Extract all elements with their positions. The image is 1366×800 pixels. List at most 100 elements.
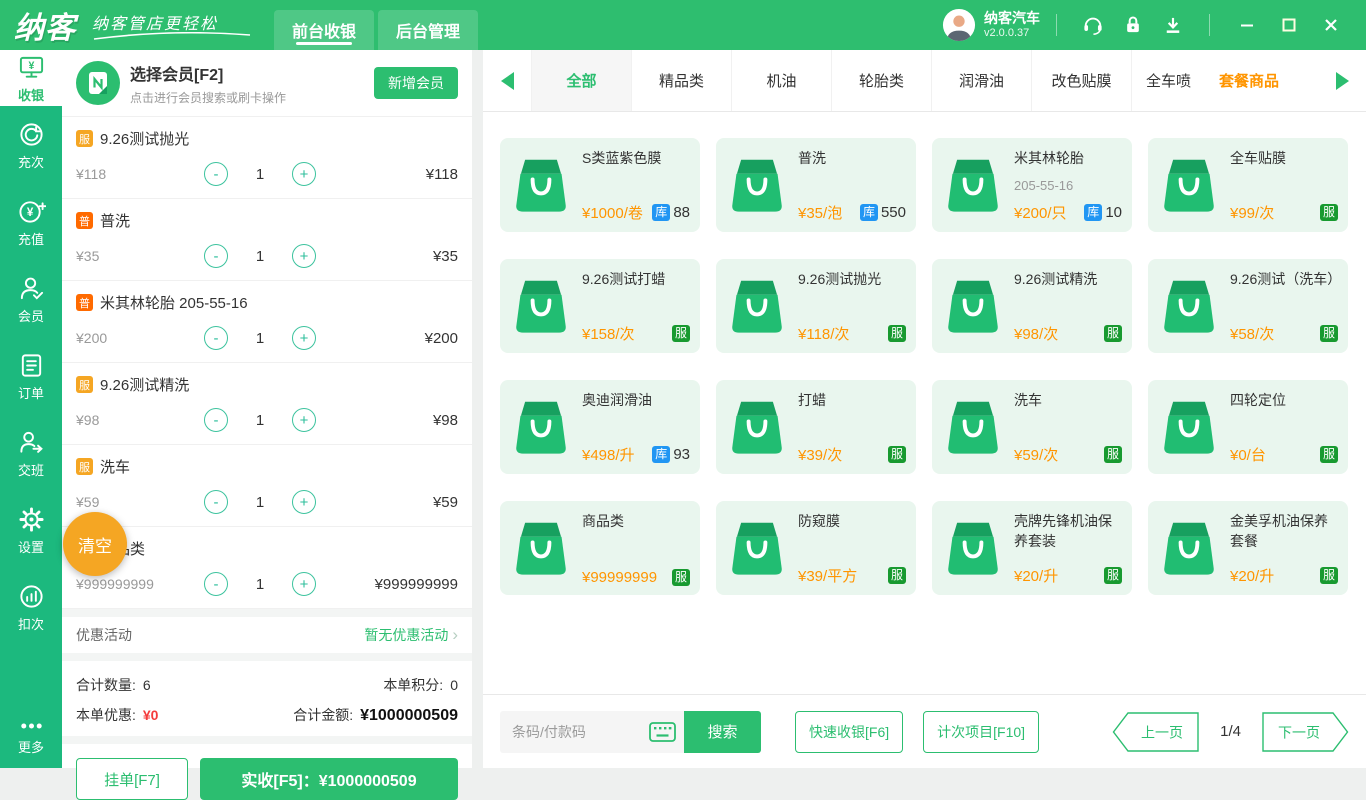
cart-panel: 选择会员[F2] 点击进行会员搜索或刷卡操作 新增会员 服 9.26测试抛光 ¥…	[62, 50, 472, 800]
maximize-icon[interactable]	[1274, 10, 1304, 40]
keyboard-icon[interactable]	[649, 721, 676, 747]
count-item-button[interactable]: 计次项目[F10]	[923, 710, 1040, 753]
product-card[interactable]: 洗车 ¥59/次 服	[932, 380, 1132, 474]
sidebar-item-settings[interactable]: 设置	[0, 491, 62, 568]
sidebar-item-label: 扣次	[17, 616, 44, 632]
product-card[interactable]: 9.26测试（洗车） ¥58/次 服	[1148, 259, 1348, 353]
quick-cashier-button[interactable]: 快速收银[F6]	[795, 710, 904, 753]
prev-page-button[interactable]: 上一页	[1112, 711, 1200, 752]
tab-back-manage[interactable]: 后台管理	[378, 10, 478, 50]
sidebar-item-cashier[interactable]: ¥ 收银	[0, 50, 62, 106]
slogan: 纳客管店更轻松	[92, 10, 252, 41]
store-info: 纳客汽车 v2.0.0.37	[984, 10, 1040, 39]
item-unit-price: ¥999999999	[76, 576, 154, 592]
increase-qty-button[interactable]: +	[292, 408, 316, 432]
product-card[interactable]: 防窥膜 ¥39/平方 服	[716, 501, 916, 595]
increase-qty-button[interactable]: +	[292, 162, 316, 186]
product-tag-badge: 服	[887, 445, 906, 464]
minimize-icon[interactable]	[1232, 10, 1262, 40]
tab-package[interactable]: 套餐商品	[1197, 50, 1301, 111]
tab-front-cashier[interactable]: 前台收银	[274, 10, 374, 50]
download-icon[interactable]	[1158, 10, 1188, 40]
cashier-icon: ¥	[18, 54, 45, 84]
promo-link[interactable]: 暂无优惠活动 ›	[364, 625, 458, 645]
decrease-qty-button[interactable]: -	[204, 408, 228, 432]
lock-icon[interactable]	[1118, 10, 1148, 40]
product-card[interactable]: 米其林轮胎 205-55-16 ¥200/只 库 10	[932, 138, 1132, 232]
item-type-badge: 服	[76, 376, 93, 393]
product-stock-count: 93	[673, 446, 690, 463]
product-card[interactable]: 普洗 ¥35/泡 库 550	[716, 138, 916, 232]
product-card[interactable]: 金美孚机油保养套餐 ¥20/升 服	[1148, 501, 1348, 595]
product-card[interactable]: 全车贴膜 ¥99/次 服	[1148, 138, 1348, 232]
clear-cart-button[interactable]: 清空	[63, 512, 127, 576]
deduct-icon	[18, 583, 45, 613]
category-next-icon[interactable]	[1318, 50, 1366, 111]
item-qty: 1	[255, 493, 265, 511]
decrease-qty-button[interactable]: -	[204, 490, 228, 514]
avatar[interactable]	[942, 8, 976, 42]
decrease-qty-button[interactable]: -	[204, 162, 228, 186]
order-discount: 本单优惠: ¥0	[76, 707, 159, 723]
decrease-qty-button[interactable]: -	[204, 244, 228, 268]
tab-tires[interactable]: 轮胎类	[831, 50, 931, 111]
sidebar-item-deduct-times[interactable]: 扣次	[0, 568, 62, 645]
sidebar-item-member[interactable]: 会员	[0, 260, 62, 337]
sidebar-item-shift[interactable]: 交班	[0, 414, 62, 491]
shopping-bag-icon	[716, 259, 798, 353]
shopping-bag-icon	[1148, 138, 1230, 232]
customer-service-icon[interactable]	[1078, 10, 1108, 40]
product-name: 奥迪润滑油	[582, 392, 652, 408]
close-icon[interactable]	[1316, 10, 1346, 40]
product-card[interactable]: 打蜡 ¥39/次 服	[716, 380, 916, 474]
category-prev-icon[interactable]	[483, 50, 531, 111]
tab-boutique[interactable]: 精品类	[631, 50, 731, 111]
divider	[62, 653, 472, 661]
next-page-button[interactable]: 下一页	[1261, 711, 1349, 752]
tab-lubricant[interactable]: 润滑油	[931, 50, 1031, 111]
tab-all[interactable]: 全部	[531, 50, 631, 111]
shopping-bag-icon	[1148, 501, 1230, 595]
pay-button[interactable]: 实收[F5]：¥1000000509	[200, 758, 458, 800]
hold-order-button[interactable]: 挂单[F7]	[76, 758, 188, 800]
product-tag-badge: 服	[887, 324, 906, 343]
item-name: 9.26测试抛光	[100, 131, 190, 148]
product-card[interactable]: 奥迪润滑油 ¥498/升 库 93	[500, 380, 700, 474]
sidebar-item-more[interactable]: 更多	[0, 704, 62, 768]
tab-full-spray[interactable]: 全车喷	[1131, 50, 1197, 111]
product-card[interactable]: 9.26测试打蜡 ¥158/次 服	[500, 259, 700, 353]
shopping-bag-icon	[716, 501, 798, 595]
product-card[interactable]: 9.26测试精洗 ¥98/次 服	[932, 259, 1132, 353]
increase-qty-button[interactable]: +	[292, 572, 316, 596]
product-spec: 205-55-16	[1014, 177, 1074, 193]
product-name: 四轮定位	[1230, 392, 1286, 408]
product-card[interactable]: S类蓝紫色膜 ¥1000/卷 库 88	[500, 138, 700, 232]
sidebar-item-recharge[interactable]: ¥ 充值	[0, 183, 62, 260]
search-button[interactable]: 搜索	[684, 710, 761, 753]
sidebar-item-orders[interactable]: 订单	[0, 337, 62, 414]
product-card[interactable]: 壳牌先锋机油保养套装 ¥20/升 服	[932, 501, 1132, 595]
product-card[interactable]: 四轮定位 ¥0/台 服	[1148, 380, 1348, 474]
decrease-qty-button[interactable]: -	[204, 572, 228, 596]
tab-color-film[interactable]: 改色贴膜	[1031, 50, 1131, 111]
member-select-row[interactable]: 选择会员[F2] 点击进行会员搜索或刷卡操作 新增会员	[62, 50, 472, 117]
decrease-qty-button[interactable]: -	[204, 326, 228, 350]
item-qty: 1	[255, 247, 265, 265]
increase-qty-button[interactable]: +	[292, 490, 316, 514]
mode-tabs: 前台收银 后台管理	[274, 10, 478, 50]
tab-engine-oil[interactable]: 机油	[731, 50, 831, 111]
product-name: 打蜡	[798, 392, 826, 408]
increase-qty-button[interactable]: +	[292, 244, 316, 268]
shopping-bag-icon	[932, 380, 1014, 474]
item-total: ¥35	[432, 247, 458, 265]
add-member-button[interactable]: 新增会员	[374, 67, 458, 99]
orders-icon	[18, 352, 45, 382]
product-card[interactable]: 商品类 ¥99999999 服	[500, 501, 700, 595]
shopping-bag-icon	[1148, 380, 1230, 474]
increase-qty-button[interactable]: +	[292, 326, 316, 350]
item-name: 米其林轮胎 205-55-16	[100, 295, 248, 312]
sidebar-item-recharge-times[interactable]: 充次	[0, 106, 62, 183]
cart-item-row: 普 普洗 ¥35 - 1 + ¥35	[62, 199, 472, 281]
product-card[interactable]: 9.26测试抛光 ¥118/次 服	[716, 259, 916, 353]
product-price: ¥39/平方	[798, 568, 858, 585]
